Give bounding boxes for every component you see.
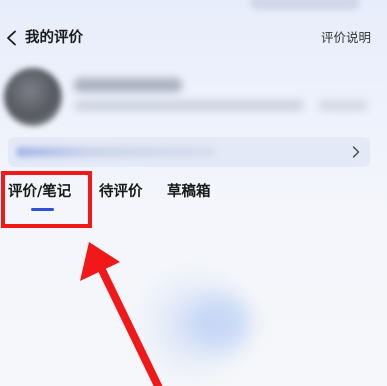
annotation-arrow-icon xyxy=(80,242,163,386)
